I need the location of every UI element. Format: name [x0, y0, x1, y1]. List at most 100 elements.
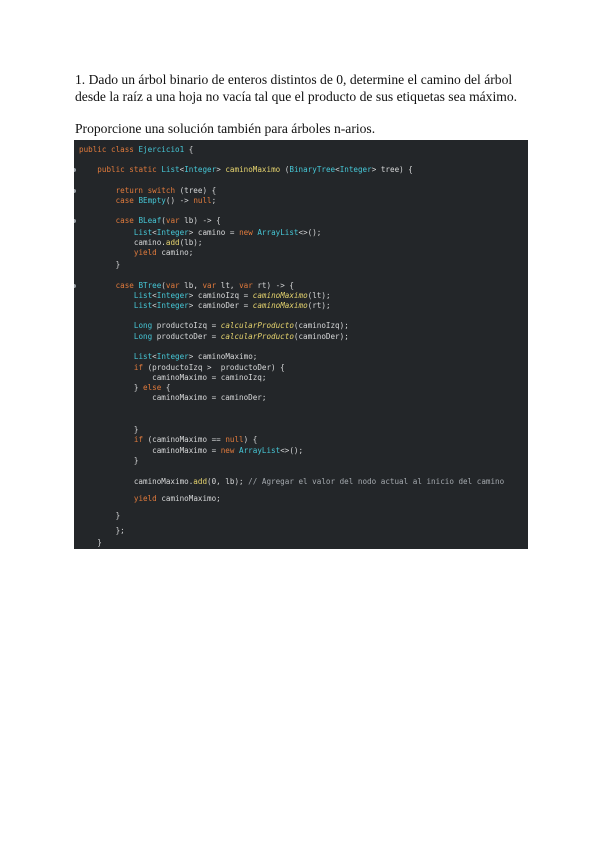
- code-token: lb) -> {: [184, 216, 221, 225]
- code-token: case: [115, 216, 139, 225]
- code-token: Integer: [156, 291, 189, 300]
- code-token: List: [133, 301, 153, 310]
- code-line: List<Integer> camino = new ArrayList<>()…: [79, 228, 322, 238]
- code-token: Integer: [156, 352, 189, 361]
- code-token: }: [79, 260, 121, 269]
- code-line: } else {: [79, 383, 171, 393]
- code-token: Ejercicio1: [138, 145, 185, 154]
- code-token: productoDer =: [156, 332, 221, 341]
- code-token: BLeaf: [138, 216, 162, 225]
- code-line: }: [79, 425, 139, 435]
- code-token: Long: [133, 332, 157, 341]
- code-token: <>();: [280, 446, 304, 455]
- code-token: var: [202, 281, 221, 290]
- code-line: caminoMaximo = caminoDer;: [79, 393, 266, 403]
- code-token: Integer: [156, 228, 189, 237]
- code-token: (rt);: [307, 301, 331, 310]
- code-line: return switch (tree) {: [79, 186, 217, 196]
- code-token: ) {: [243, 435, 258, 444]
- code-token: yield: [133, 494, 162, 503]
- code-token: null: [225, 435, 244, 444]
- code-token: else: [143, 383, 166, 392]
- code-line: caminoMaximo.add(0, lb); // Agregar el v…: [79, 477, 504, 487]
- code-token: var: [165, 216, 185, 225]
- code-line: List<Integer> caminoDer = caminoMaximo(r…: [79, 301, 331, 311]
- code-token: ArrayList: [257, 228, 299, 237]
- code-line: case BEmpty() -> null;: [79, 196, 217, 206]
- exercise-subtext: Proporcione una solución también para ár…: [75, 121, 376, 136]
- code-token: (productoIzq > productoDer) {: [147, 363, 285, 372]
- code-token: {: [184, 145, 194, 154]
- code-token: caminoMaximo: [225, 165, 281, 174]
- code-token: caminoMaximo = caminoDer;: [79, 393, 267, 402]
- code-token: Long: [133, 321, 157, 330]
- code-token: <>();: [298, 228, 322, 237]
- code-token: (0, lb);: [207, 477, 249, 486]
- code-token: (lb);: [179, 238, 203, 247]
- code-token: // Agregar el valor del nodo actual al i…: [248, 477, 505, 486]
- code-token: > caminoIzq =: [188, 291, 253, 300]
- fold-marker-icon[interactable]: [74, 168, 76, 172]
- code-token: }: [79, 511, 121, 520]
- code-line: }: [79, 456, 139, 466]
- code-line: yield caminoMaximo;: [79, 494, 221, 504]
- code-line: case BTree(var lb, var lt, var rt) -> {: [79, 281, 294, 291]
- code-line: Long productoIzq = calcularProducto(cami…: [79, 321, 349, 331]
- code-token: }: [79, 383, 144, 392]
- code-token: }: [79, 538, 102, 547]
- fold-marker-icon[interactable]: [74, 284, 76, 288]
- code-token: BinaryTree: [289, 165, 336, 174]
- code-token: camino.: [79, 238, 166, 247]
- code-token: productoIzq =: [156, 321, 221, 330]
- code-line: Long productoDer = calcularProducto(cami…: [79, 332, 349, 342]
- code-line: }: [79, 260, 121, 270]
- code-token: add: [165, 238, 180, 247]
- code-token: var: [165, 281, 185, 290]
- code-token: new: [220, 446, 240, 455]
- fold-marker-icon[interactable]: [74, 219, 76, 223]
- code-line: caminoMaximo = caminoIzq;: [79, 373, 266, 383]
- code-token: caminoMaximo.: [79, 477, 194, 486]
- code-token: ;: [211, 196, 217, 205]
- code-token: List: [161, 165, 180, 174]
- code-lines: public class Ejercicio1 { public static …: [74, 140, 528, 549]
- code-token: () ->: [165, 196, 194, 205]
- code-token: if: [133, 363, 148, 372]
- code-token: caminoMaximo: [252, 291, 308, 300]
- code-token: yield: [133, 248, 162, 257]
- fold-marker-icon[interactable]: [74, 189, 76, 193]
- code-token: null: [193, 196, 212, 205]
- code-token: }: [79, 425, 139, 434]
- code-token: lb,: [184, 281, 203, 290]
- code-token: new: [239, 228, 258, 237]
- code-token: Integer: [339, 165, 372, 174]
- code-token: BTree: [138, 281, 162, 290]
- code-token: (caminoDer);: [293, 332, 349, 341]
- code-token: add: [193, 477, 208, 486]
- code-token: rt) -> {: [257, 281, 294, 290]
- code-line: }: [79, 538, 102, 548]
- code-token: caminoMaximo = caminoIzq;: [79, 373, 267, 382]
- code-line: camino.add(lb);: [79, 238, 203, 248]
- code-token: {: [165, 383, 171, 392]
- code-token: List: [133, 291, 153, 300]
- code-line: public static List<Integer> caminoMaximo…: [79, 165, 413, 175]
- code-token: Integer: [184, 165, 217, 174]
- code-line: if (productoIzq > productoDer) {: [79, 363, 285, 373]
- code-token: public static: [97, 165, 162, 174]
- code-token: lt,: [220, 281, 240, 290]
- code-line: if (caminoMaximo == null) {: [79, 435, 257, 445]
- code-token: (tree) {: [179, 186, 217, 195]
- code-token: (caminoIzq);: [293, 321, 349, 330]
